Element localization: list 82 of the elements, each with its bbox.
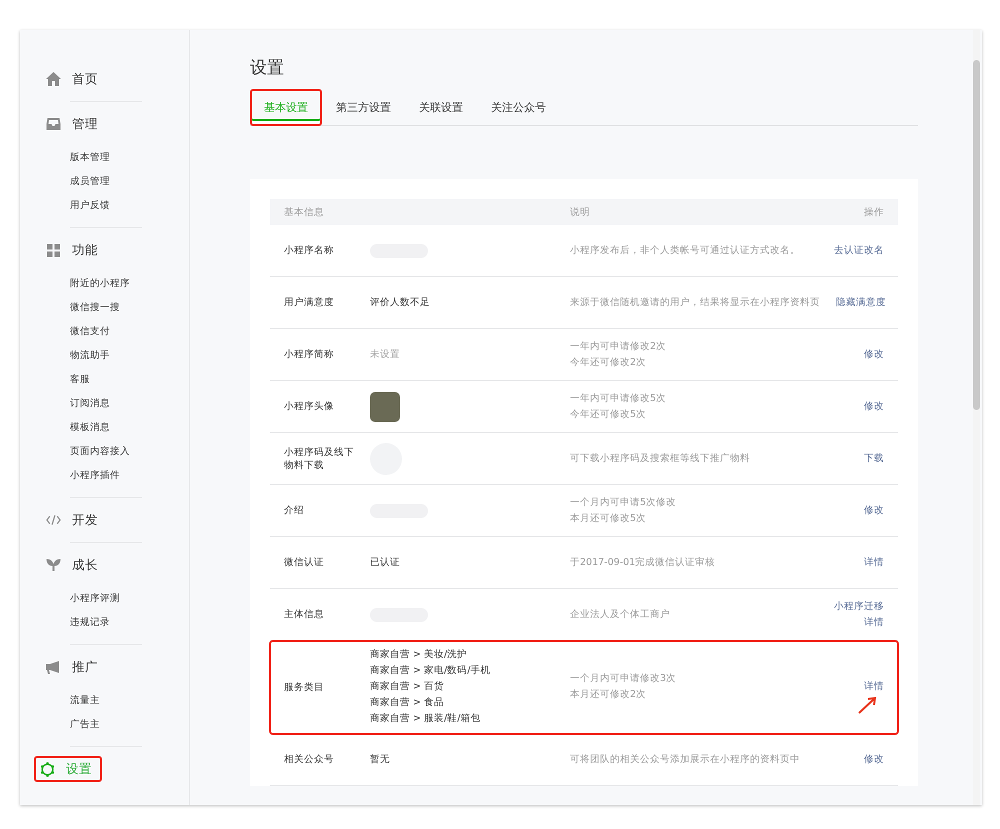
action-link[interactable]: 修改 [864, 752, 884, 768]
tab[interactable]: 关联设置 [405, 89, 477, 126]
field-label: 主体信息 [283, 608, 325, 621]
action-link[interactable]: 小程序迁移 [834, 598, 884, 614]
sidebar-subitem[interactable]: 广告主 [40, 713, 189, 737]
sidebar-subitem[interactable]: 客服 [40, 368, 189, 392]
home-icon [46, 72, 61, 86]
grid-icon [46, 244, 61, 256]
field-label: 小程序简称 [283, 348, 335, 361]
code-icon [46, 514, 61, 526]
sidebar-subitem[interactable]: 违规记录 [40, 611, 189, 635]
sidebar-subitem[interactable]: 小程序评测 [40, 587, 189, 611]
field-description: 可下载小程序码及搜索框等线下推广物料 [570, 452, 751, 466]
field-description: 可将团队的相关公众号添加展示在小程序的资料页中 [570, 752, 801, 766]
sidebar-subitem[interactable]: 版本管理 [40, 146, 189, 170]
field-description: 本月还可修改2次 [570, 688, 648, 702]
field-value: 商家自营 > 美妆/洗护 [370, 648, 468, 662]
sidebar-item[interactable]: 成长 [40, 552, 108, 578]
sidebar-subitem[interactable]: 微信支付 [40, 320, 189, 344]
field-value: 商家自营 > 家电/数码/手机 [370, 664, 492, 678]
field-label: 小程序头像 [283, 400, 335, 413]
sidebar-subitem[interactable]: 附近的小程序 [40, 272, 189, 296]
field-label: 介绍 [283, 504, 305, 517]
field-label: 微信认证 [283, 556, 325, 569]
field-description: 今年还可修改2次 [570, 356, 648, 370]
action-link[interactable]: 隐藏满意度 [836, 294, 886, 310]
field-description: 企业法人及个体工商户 [570, 608, 671, 622]
sidebar-item[interactable]: 首页 [40, 66, 108, 92]
field-label: 小程序码及线下物料下载 [283, 446, 355, 472]
sidebar-subitem[interactable]: 物流助手 [40, 344, 189, 368]
field-value: 商家自营 > 服装/鞋/箱包 [370, 712, 482, 726]
sidebar-item[interactable]: 推广 [40, 654, 108, 680]
field-value: 已认证 [370, 556, 401, 570]
action-link[interactable]: 详情 [864, 614, 884, 630]
field-description: 一个月内可申请5次修改 [570, 496, 678, 510]
action-link[interactable]: 详情 [864, 554, 884, 570]
sidebar-subitem[interactable]: 小程序插件 [40, 464, 189, 488]
column-header: 操作 [863, 206, 885, 218]
sidebar-subitem[interactable]: 订阅消息 [40, 392, 189, 416]
field-description: 来源于微信随机邀请的用户，结果将显示在小程序资料页 [570, 296, 820, 310]
sidebar-item[interactable]: 开发 [40, 507, 108, 533]
annotation-arrow [858, 694, 878, 714]
field-label: 服务类目 [283, 680, 325, 694]
inbox-icon [46, 118, 61, 130]
field-description: 一个月内可申请修改3次 [570, 672, 678, 686]
settings-icon [40, 762, 55, 776]
sidebar-item[interactable]: 管理 [40, 111, 108, 137]
action-link[interactable]: 修改 [864, 346, 884, 362]
field-value: 商家自营 > 食品 [370, 696, 445, 710]
sidebar-item[interactable]: 功能 [40, 237, 108, 263]
sidebar-subitem[interactable]: 模板消息 [40, 416, 189, 440]
field-label: 小程序名称 [283, 244, 335, 257]
field-value: 商家自营 > 百货 [370, 680, 445, 694]
action-link[interactable]: 修改 [864, 502, 884, 518]
action-link[interactable]: 详情 [864, 679, 884, 695]
tab[interactable]: 关注公众号 [477, 89, 560, 126]
action-link[interactable]: 下载 [864, 450, 884, 466]
sidebar-subitem[interactable]: 用户反馈 [40, 194, 189, 218]
column-header: 说明 [570, 206, 591, 218]
photo-placeholder [370, 392, 400, 422]
field-description: 本月还可修改5次 [570, 512, 648, 526]
sprout-icon [46, 559, 61, 571]
sidebar-subitem[interactable]: 微信搜一搜 [40, 296, 189, 320]
tab[interactable]: 第三方设置 [322, 89, 405, 126]
field-value: 未设置 [370, 348, 401, 362]
field-description: 于2017-09-01完成微信认证审核 [570, 556, 716, 570]
column-header: 基本信息 [283, 206, 325, 218]
sidebar-subitem[interactable]: 流量主 [40, 689, 189, 713]
sidebar-subitem[interactable]: 页面内容接入 [40, 440, 189, 464]
field-description: 今年还可修改5次 [570, 408, 648, 422]
megaphone-icon [46, 660, 61, 674]
field-description: 一年内可申请修改5次 [570, 392, 668, 406]
sidebar-subitem[interactable]: 成员管理 [40, 170, 189, 194]
field-label: 用户满意度 [283, 296, 335, 309]
field-description: 一年内可申请修改2次 [570, 340, 668, 354]
field-value: 暂无 [370, 752, 391, 766]
action-link[interactable]: 去认证改名 [834, 242, 884, 258]
field-label: 相关公众号 [283, 753, 335, 766]
page-title: 设置 [250, 57, 285, 79]
field-value: 评价人数不足 [370, 296, 431, 310]
action-link[interactable]: 修改 [864, 398, 884, 414]
field-description: 小程序发布后，非个人类帐号可通过认证方式改名。 [570, 244, 801, 258]
